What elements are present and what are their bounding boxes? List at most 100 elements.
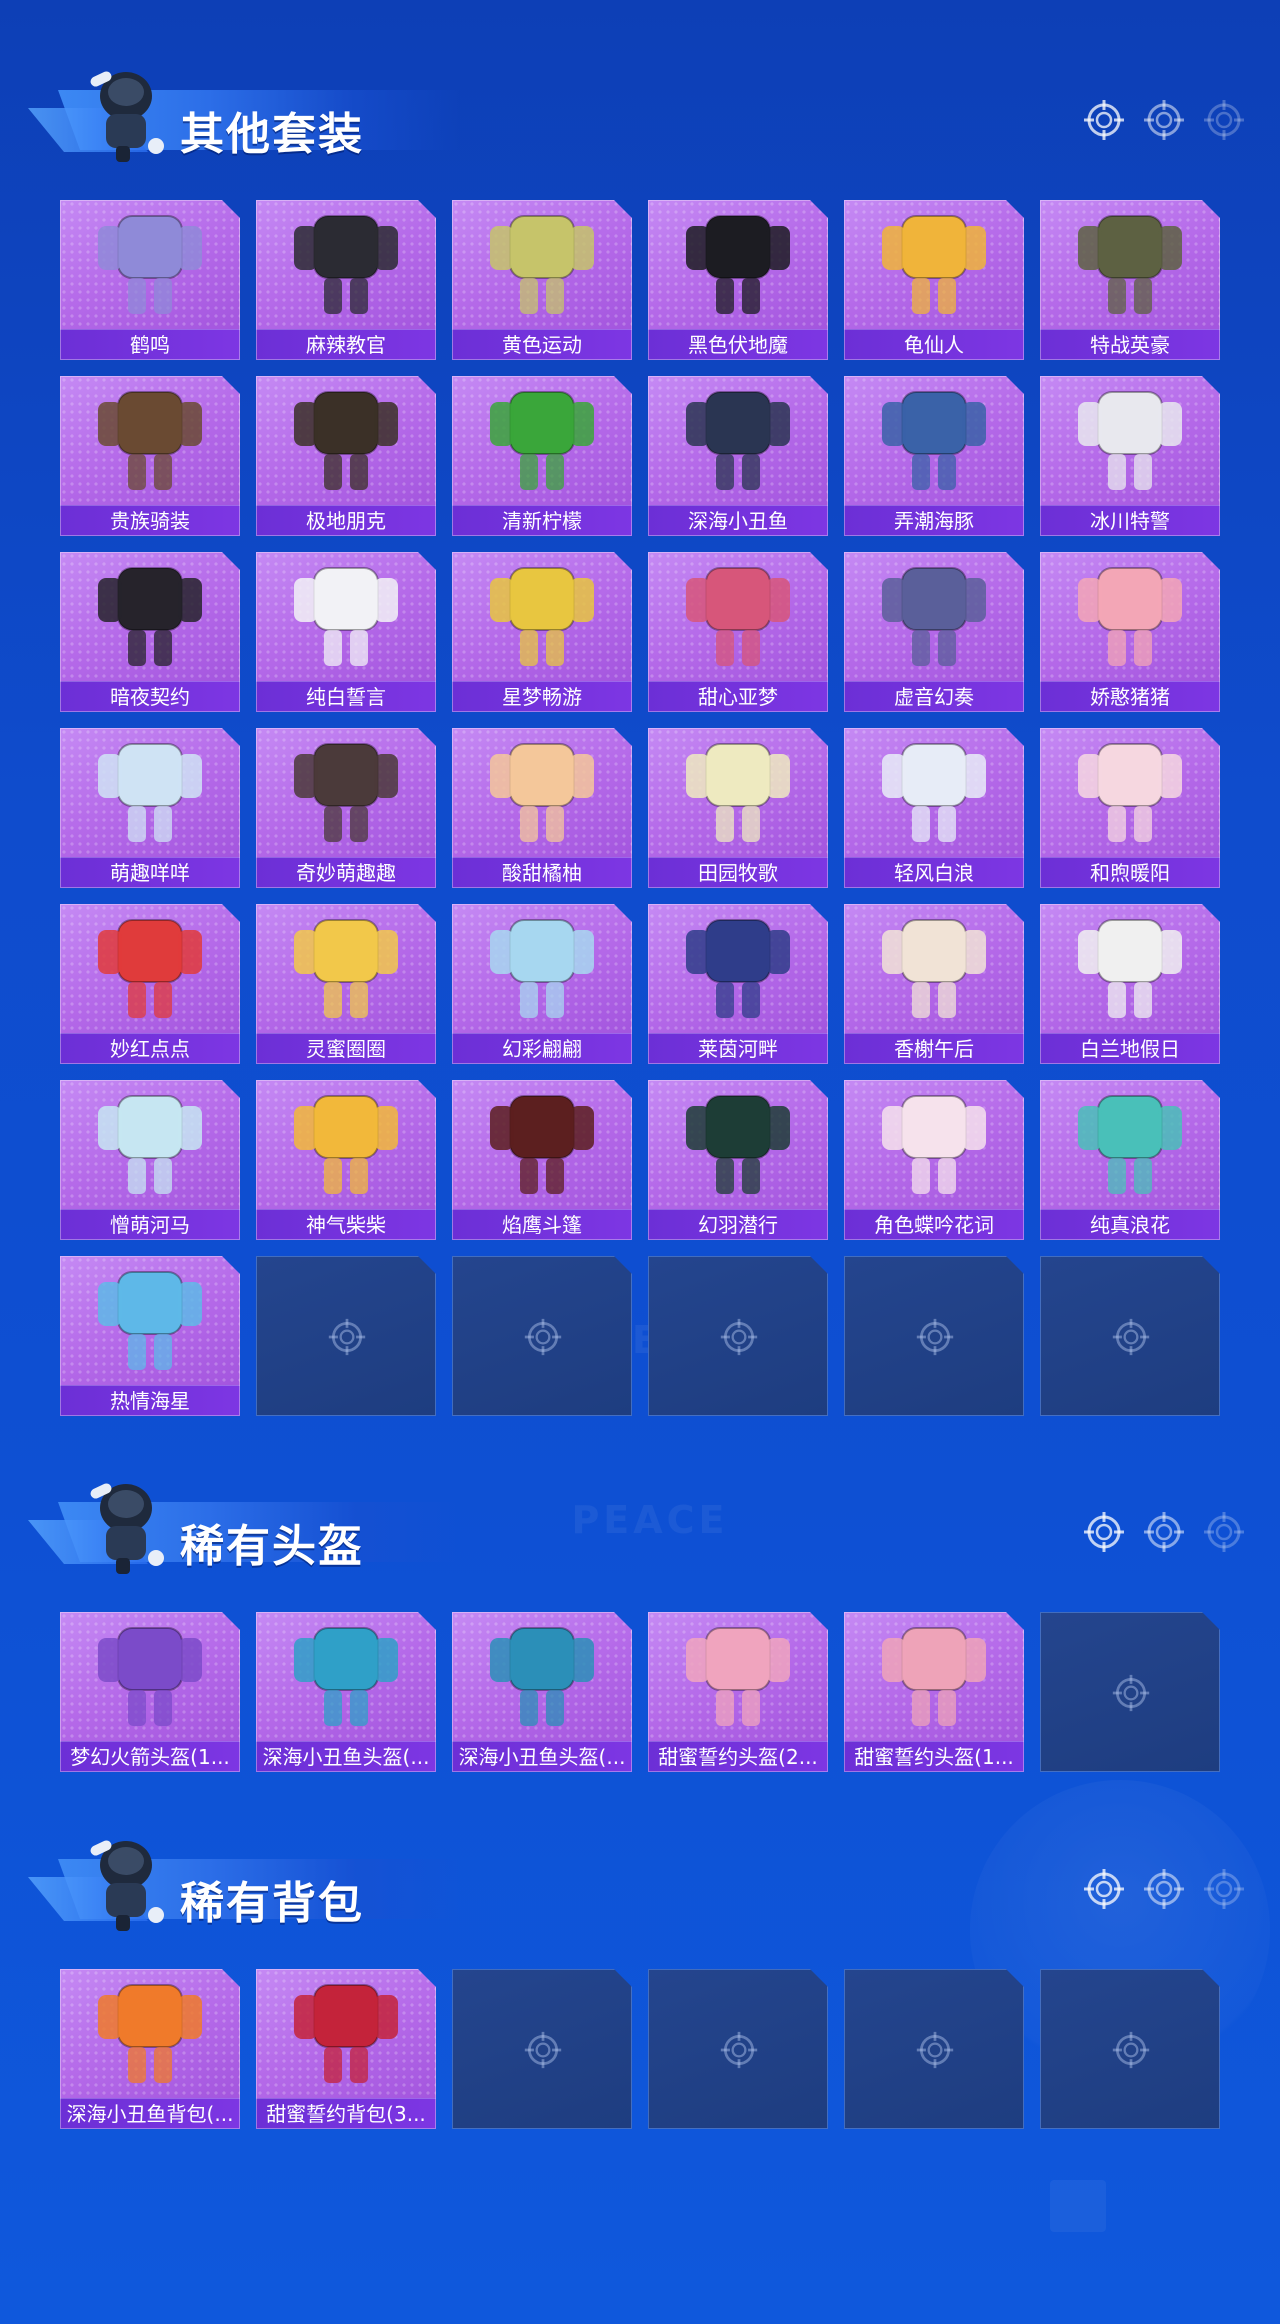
item-name: 甜蜜誓约头盔(2... bbox=[658, 1745, 818, 1769]
item-card[interactable]: 贵族骑装 bbox=[60, 376, 240, 536]
item-card[interactable]: 星梦畅游 bbox=[452, 552, 632, 712]
item-name: 鹤鸣 bbox=[130, 333, 170, 357]
item-card[interactable]: 深海小丑鱼背包(... bbox=[60, 1969, 240, 2129]
empty-slot bbox=[1040, 1256, 1220, 1416]
item-card[interactable]: 萌趣咩咩 bbox=[60, 728, 240, 888]
item-card[interactable]: 黄色运动 bbox=[452, 200, 632, 360]
item-name: 纯真浪花 bbox=[1090, 1213, 1170, 1237]
item-card[interactable]: 角色蝶吟花词 bbox=[844, 1080, 1024, 1240]
empty-slot bbox=[844, 1969, 1024, 2129]
crosshair-icon bbox=[1112, 2031, 1150, 2069]
item-card[interactable]: 香榭午后 bbox=[844, 904, 1024, 1064]
item-name: 香榭午后 bbox=[894, 1037, 974, 1061]
empty-slot bbox=[648, 1969, 828, 2129]
item-name: 黑色伏地魔 bbox=[688, 333, 788, 357]
item-name: 灵蜜圈圈 bbox=[306, 1037, 386, 1061]
item-card[interactable]: 虚音幻奏 bbox=[844, 552, 1024, 712]
target-icons-group bbox=[1082, 98, 1262, 142]
item-card[interactable]: 深海小丑鱼 bbox=[648, 376, 828, 536]
item-card[interactable]: 暗夜契约 bbox=[60, 552, 240, 712]
crosshair-icon bbox=[1144, 1869, 1184, 1909]
item-card[interactable]: 憎萌河马 bbox=[60, 1080, 240, 1240]
item-card[interactable]: 轻风白浪 bbox=[844, 728, 1024, 888]
item-thumbnail-icon bbox=[98, 1984, 202, 2083]
item-thumbnail-icon bbox=[294, 567, 398, 666]
item-name: 星梦畅游 bbox=[502, 685, 582, 709]
item-card[interactable]: 特战英豪 bbox=[1040, 200, 1220, 360]
item-thumbnail-icon bbox=[294, 391, 398, 490]
mascot-icon bbox=[90, 71, 164, 162]
item-card[interactable]: 深海小丑鱼头盔(... bbox=[452, 1612, 632, 1772]
item-name: 深海小丑鱼头盔(... bbox=[458, 1745, 626, 1769]
item-card[interactable]: 鹤鸣 bbox=[60, 200, 240, 360]
item-name: 龟仙人 bbox=[904, 333, 964, 357]
item-card[interactable]: 纯真浪花 bbox=[1040, 1080, 1220, 1240]
item-thumbnail-icon bbox=[882, 919, 986, 1018]
item-name: 白兰地假日 bbox=[1080, 1037, 1180, 1061]
item-thumbnail-icon bbox=[98, 743, 202, 842]
item-card[interactable]: 甜蜜誓约头盔(2... bbox=[648, 1612, 828, 1772]
item-card[interactable]: 幻羽潜行 bbox=[648, 1080, 828, 1240]
item-thumbnail-icon bbox=[490, 391, 594, 490]
item-name: 纯白誓言 bbox=[306, 685, 386, 709]
item-card[interactable]: 白兰地假日 bbox=[1040, 904, 1220, 1064]
item-name: 清新柠檬 bbox=[502, 509, 582, 533]
item-thumbnail-icon bbox=[490, 567, 594, 666]
crosshair-icon bbox=[720, 1318, 758, 1356]
item-card[interactable]: 麻辣教官 bbox=[256, 200, 436, 360]
item-card[interactable]: 和煦暖阳 bbox=[1040, 728, 1220, 888]
target-icons-group bbox=[1082, 1510, 1262, 1554]
item-name: 甜蜜誓约头盔(1... bbox=[854, 1745, 1014, 1769]
item-thumbnail-icon bbox=[686, 215, 790, 314]
empty-slot bbox=[452, 1256, 632, 1416]
item-card[interactable]: 龟仙人 bbox=[844, 200, 1024, 360]
item-card[interactable]: 极地朋克 bbox=[256, 376, 436, 536]
item-name: 幻羽潜行 bbox=[698, 1213, 778, 1237]
item-card[interactable]: 田园牧歌 bbox=[648, 728, 828, 888]
item-thumbnail-icon bbox=[98, 567, 202, 666]
item-name: 黄色运动 bbox=[502, 333, 582, 357]
item-card[interactable]: 梦幻火箭头盔(1... bbox=[60, 1612, 240, 1772]
item-name: 憎萌河马 bbox=[110, 1213, 190, 1237]
item-thumbnail-icon bbox=[1078, 1095, 1182, 1194]
item-card[interactable]: 热情海星 bbox=[60, 1256, 240, 1416]
item-thumbnail-icon bbox=[686, 919, 790, 1018]
item-name: 贵族骑装 bbox=[110, 509, 190, 533]
item-card[interactable]: 清新柠檬 bbox=[452, 376, 632, 536]
empty-slot bbox=[452, 1969, 632, 2129]
item-name: 麻辣教官 bbox=[306, 333, 386, 357]
item-card[interactable]: 奇妙萌趣趣 bbox=[256, 728, 436, 888]
item-thumbnail-icon bbox=[490, 919, 594, 1018]
item-card[interactable]: 娇憨猪猪 bbox=[1040, 552, 1220, 712]
item-thumbnail-icon bbox=[686, 567, 790, 666]
section-header: 稀有头盔 bbox=[28, 1468, 460, 1584]
item-card[interactable]: 神气柴柴 bbox=[256, 1080, 436, 1240]
item-thumbnail-icon bbox=[294, 215, 398, 314]
item-thumbnail-icon bbox=[882, 391, 986, 490]
item-card[interactable]: 纯白誓言 bbox=[256, 552, 436, 712]
item-card[interactable]: 幻彩翩翩 bbox=[452, 904, 632, 1064]
item-thumbnail-icon bbox=[882, 567, 986, 666]
item-thumbnail-icon bbox=[882, 743, 986, 842]
item-name: 莱茵河畔 bbox=[698, 1037, 778, 1061]
item-card[interactable]: 甜心亚梦 bbox=[648, 552, 828, 712]
item-thumbnail-icon bbox=[294, 743, 398, 842]
item-thumbnail-icon bbox=[98, 1271, 202, 1370]
item-thumbnail-icon bbox=[294, 919, 398, 1018]
item-name: 田园牧歌 bbox=[698, 861, 778, 885]
section-header: 其他套装 bbox=[28, 56, 460, 172]
item-card[interactable]: 妙红点点 bbox=[60, 904, 240, 1064]
item-card[interactable]: 灵蜜圈圈 bbox=[256, 904, 436, 1064]
item-card[interactable]: 弄潮海豚 bbox=[844, 376, 1024, 536]
item-card[interactable]: 甜蜜誓约头盔(1... bbox=[844, 1612, 1024, 1772]
item-card[interactable]: 焰鹰斗篷 bbox=[452, 1080, 632, 1240]
item-card[interactable]: 冰川特警 bbox=[1040, 376, 1220, 536]
item-card[interactable]: 莱茵河畔 bbox=[648, 904, 828, 1064]
item-card[interactable]: 黑色伏地魔 bbox=[648, 200, 828, 360]
item-card[interactable]: 深海小丑鱼头盔(... bbox=[256, 1612, 436, 1772]
crosshair-icon bbox=[1144, 1512, 1184, 1552]
item-name: 角色蝶吟花词 bbox=[874, 1213, 994, 1237]
item-card[interactable]: 酸甜橘柚 bbox=[452, 728, 632, 888]
item-card[interactable]: 甜蜜誓约背包(3... bbox=[256, 1969, 436, 2129]
crosshair-icon bbox=[1112, 1674, 1150, 1712]
